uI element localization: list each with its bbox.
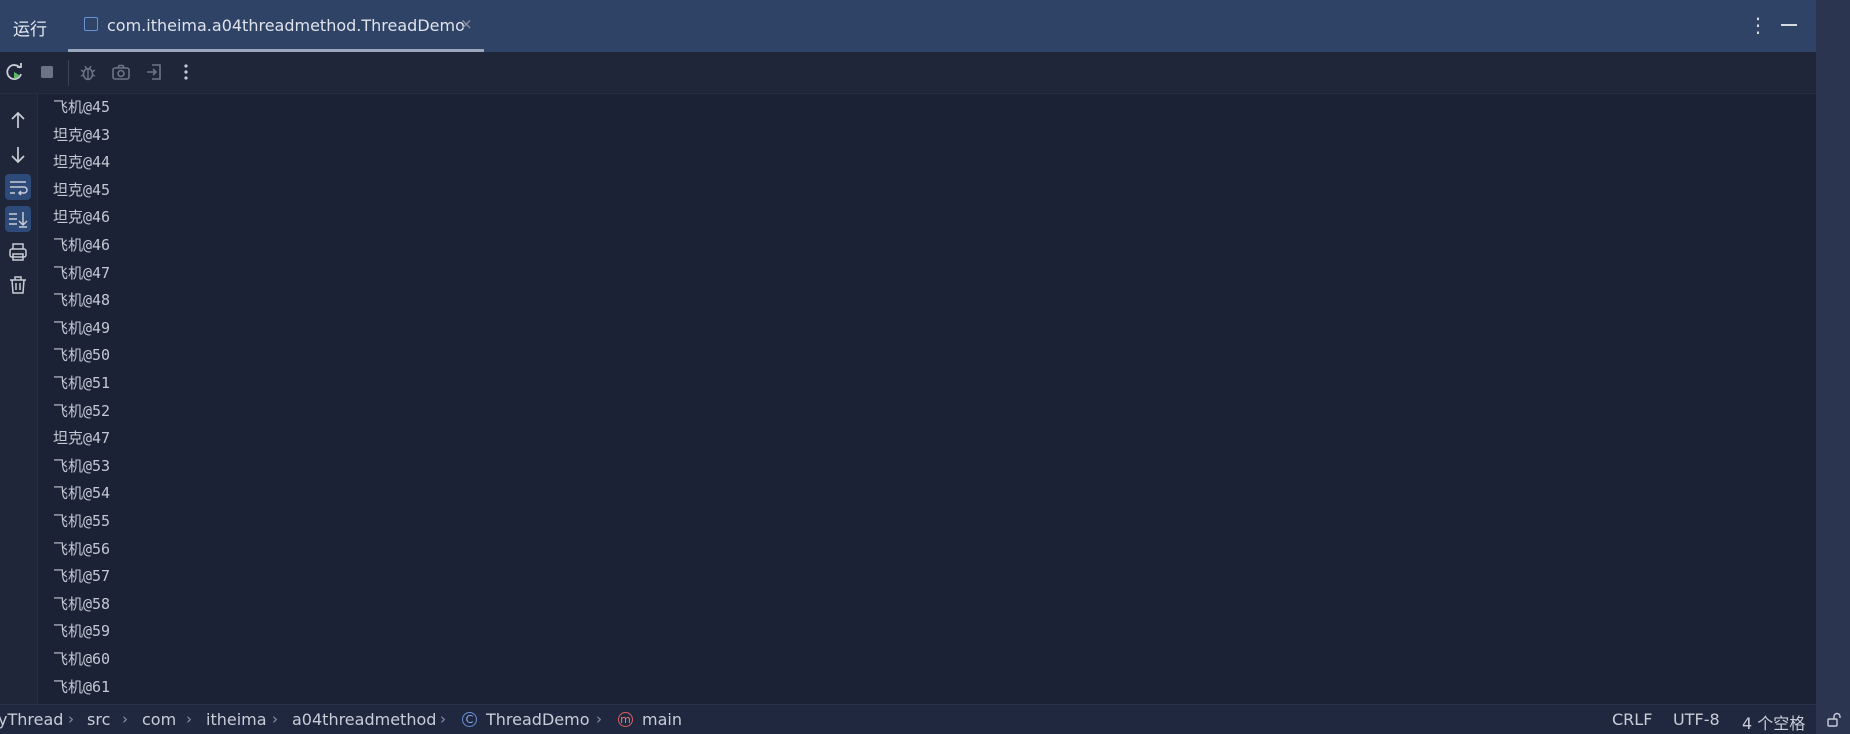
console-output[interactable]: · 飞机@45坦克@43坦克@44坦克@45坦克@46飞机@46飞机@47飞机@… bbox=[38, 94, 1816, 704]
console-line: 坦克@47 bbox=[53, 429, 111, 448]
exit-icon[interactable] bbox=[143, 61, 165, 83]
breadcrumb-method[interactable]: main bbox=[642, 710, 682, 729]
console-line: 飞机@53 bbox=[53, 456, 111, 475]
print-icon[interactable] bbox=[5, 239, 31, 265]
run-config-icon bbox=[84, 17, 98, 31]
more-vertical-icon[interactable] bbox=[175, 61, 197, 83]
console-line: 飞机@47 bbox=[53, 263, 111, 282]
console-line: 飞机@58 bbox=[53, 594, 111, 613]
encoding-selector[interactable]: UTF-8 bbox=[1673, 710, 1720, 729]
soft-wrap-icon[interactable] bbox=[5, 174, 31, 200]
console-line: 飞机@57 bbox=[53, 567, 111, 586]
class-icon: C bbox=[462, 712, 477, 727]
chevron-right-icon: › bbox=[122, 710, 128, 728]
breadcrumb-com[interactable]: com bbox=[142, 710, 176, 729]
unlock-icon[interactable] bbox=[1826, 712, 1842, 728]
console-line: 飞机@54 bbox=[53, 484, 111, 503]
toolbar-separator bbox=[68, 60, 69, 86]
arrow-up-icon[interactable] bbox=[5, 108, 31, 134]
console-line: 坦克@45 bbox=[53, 180, 111, 199]
chevron-right-icon: › bbox=[186, 710, 192, 728]
console-line: 飞机@49 bbox=[53, 318, 111, 337]
console-side-toolbar bbox=[0, 94, 38, 704]
stop-icon[interactable] bbox=[36, 61, 58, 83]
right-side-strip bbox=[1816, 0, 1850, 734]
console-line: 坦克@44 bbox=[53, 153, 111, 172]
trash-icon[interactable] bbox=[5, 272, 31, 298]
scroll-to-end-icon[interactable] bbox=[5, 206, 31, 232]
console-line: 飞机@50 bbox=[53, 346, 111, 365]
chevron-right-icon: › bbox=[272, 710, 278, 728]
more-vertical-icon[interactable]: ⋮ bbox=[1748, 13, 1768, 37]
console-line: 坦克@46 bbox=[53, 208, 111, 227]
status-bar: yThread › src › com › itheima › a04threa… bbox=[0, 704, 1841, 734]
run-toolbar bbox=[0, 52, 1816, 94]
console-line: 飞机@51 bbox=[53, 374, 111, 392]
breadcrumb-project[interactable]: yThread bbox=[0, 710, 63, 729]
debug-icon[interactable] bbox=[77, 61, 99, 83]
chevron-right-icon: › bbox=[596, 710, 602, 728]
console-line: 飞机@52 bbox=[53, 401, 111, 420]
breadcrumb-class[interactable]: ThreadDemo bbox=[486, 710, 589, 729]
rerun-icon[interactable] bbox=[4, 61, 26, 83]
camera-icon[interactable] bbox=[110, 61, 132, 83]
console-line: 飞机@48 bbox=[53, 291, 111, 310]
breadcrumb-package[interactable]: a04threadmethod bbox=[292, 710, 436, 729]
console-line: 飞机@60 bbox=[53, 650, 111, 668]
tab-label: com.itheima.a04threadmethod.ThreadDemo bbox=[107, 16, 465, 35]
close-icon[interactable]: × bbox=[460, 15, 473, 33]
console-line: 飞机@61 bbox=[53, 677, 111, 696]
console-line: 飞机@45 bbox=[53, 98, 111, 116]
run-window-label: 运行 bbox=[13, 20, 47, 40]
console-line: 飞机@46 bbox=[53, 236, 111, 254]
chevron-right-icon: › bbox=[440, 710, 446, 728]
breadcrumb-src[interactable]: src bbox=[87, 710, 110, 729]
tab-thread-demo[interactable]: com.itheima.a04threadmethod.ThreadDemo × bbox=[68, 0, 484, 52]
arrow-down-icon[interactable] bbox=[5, 141, 31, 167]
console-line: 飞机@56 bbox=[53, 539, 111, 558]
console-line: 坦克@43 bbox=[53, 125, 111, 144]
minimize-icon[interactable] bbox=[1781, 24, 1797, 26]
line-ending-selector[interactable]: CRLF bbox=[1612, 710, 1652, 729]
console-line: 飞机@55 bbox=[53, 512, 111, 530]
indent-selector[interactable]: 4 个空格 bbox=[1742, 710, 1805, 734]
method-icon: m bbox=[618, 712, 633, 727]
chevron-right-icon: › bbox=[68, 710, 74, 728]
title-bar: 运行 com.itheima.a04threadmethod.ThreadDem… bbox=[0, 0, 1850, 52]
console-line: 飞机@59 bbox=[53, 622, 111, 641]
breadcrumb-itheima[interactable]: itheima bbox=[206, 710, 267, 729]
